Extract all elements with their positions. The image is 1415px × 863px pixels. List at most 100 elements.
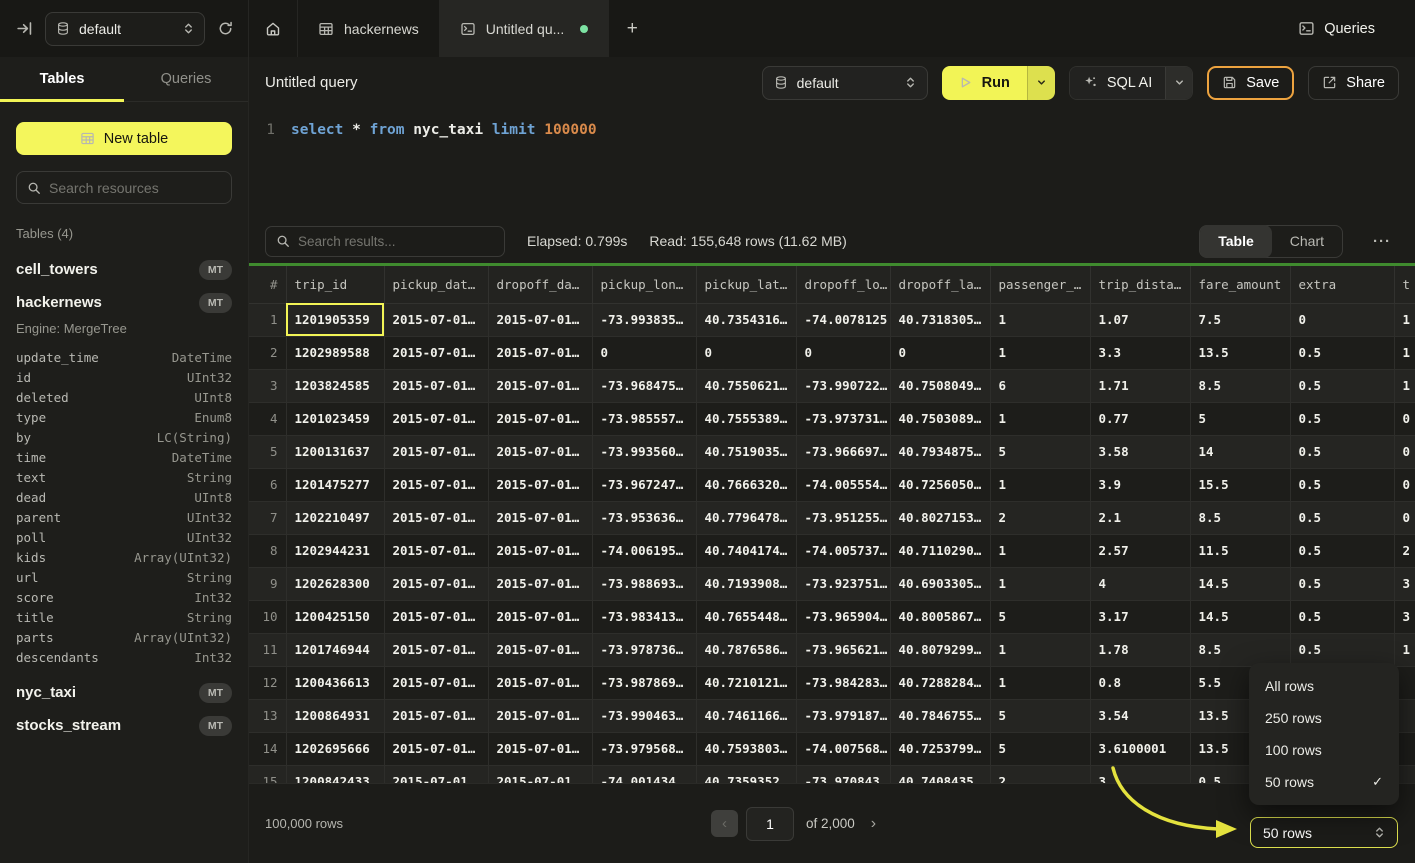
cell[interactable]: 40.7256050… bbox=[890, 468, 990, 501]
cell[interactable]: -73.984283… bbox=[796, 666, 890, 699]
collapse-sidebar-icon[interactable] bbox=[16, 20, 33, 37]
cell[interactable]: -74.006195… bbox=[592, 534, 696, 567]
cell[interactable]: 1200436613 bbox=[286, 666, 384, 699]
sidebar-item-cell-towers[interactable]: cell_towers MT bbox=[16, 253, 232, 286]
cell[interactable]: 3.17 bbox=[1090, 600, 1190, 633]
cell[interactable]: 1200131637 bbox=[286, 435, 384, 468]
cell[interactable]: 0 bbox=[890, 336, 990, 369]
cell[interactable]: 0.77 bbox=[1090, 402, 1190, 435]
cell[interactable]: 1 bbox=[990, 402, 1090, 435]
column-header[interactable]: passenger_… bbox=[990, 266, 1090, 303]
cell[interactable]: 1202989588 bbox=[286, 336, 384, 369]
cell[interactable]: 8.5 bbox=[1190, 501, 1290, 534]
column-header[interactable]: # bbox=[249, 266, 286, 303]
cell[interactable]: 40.7796478… bbox=[696, 501, 796, 534]
cell[interactable]: 2015-07-01… bbox=[384, 336, 488, 369]
cell[interactable]: -73.983413… bbox=[592, 600, 696, 633]
cell[interactable]: 40.7593803… bbox=[696, 732, 796, 765]
column-header[interactable]: pickup_lat… bbox=[696, 266, 796, 303]
page-number-input[interactable] bbox=[746, 807, 794, 841]
tab-hackernews[interactable]: hackernews bbox=[298, 0, 440, 57]
cell[interactable]: -73.979568… bbox=[592, 732, 696, 765]
cell[interactable]: -73.968475… bbox=[592, 369, 696, 402]
cell[interactable]: 1 bbox=[990, 567, 1090, 600]
cell[interactable]: 2015-07-01… bbox=[384, 633, 488, 666]
cell[interactable]: -73.993835… bbox=[592, 303, 696, 336]
cell[interactable]: 2015-07-01… bbox=[488, 468, 592, 501]
cell[interactable]: 2015-07-01… bbox=[384, 699, 488, 732]
tab-home[interactable] bbox=[249, 0, 298, 57]
cell[interactable]: 40.7404174… bbox=[696, 534, 796, 567]
queries-button[interactable]: Queries bbox=[1298, 0, 1375, 57]
cell[interactable]: 0.5 bbox=[1290, 435, 1394, 468]
cell[interactable]: 0 bbox=[1394, 501, 1415, 534]
cell[interactable]: 0.5 bbox=[1290, 369, 1394, 402]
row-limit-option[interactable]: All rows bbox=[1249, 670, 1399, 702]
cell[interactable]: 40.7550621… bbox=[696, 369, 796, 402]
cell[interactable]: 1201475277 bbox=[286, 468, 384, 501]
cell[interactable]: 40.7193908… bbox=[696, 567, 796, 600]
cell[interactable]: -73.967247… bbox=[592, 468, 696, 501]
cell[interactable]: 3 bbox=[1394, 567, 1415, 600]
cell[interactable]: 1201023459 bbox=[286, 402, 384, 435]
cell[interactable]: 0 bbox=[1394, 468, 1415, 501]
cell[interactable]: -74.001434… bbox=[592, 765, 696, 783]
cell[interactable]: 7.5 bbox=[1190, 303, 1290, 336]
save-button[interactable]: Save bbox=[1207, 66, 1294, 100]
cell[interactable]: 15.5 bbox=[1190, 468, 1290, 501]
cell[interactable]: 40.7461166… bbox=[696, 699, 796, 732]
cell[interactable]: 0.5 bbox=[1290, 336, 1394, 369]
sidebar-item-hackernews[interactable]: hackernews MT bbox=[16, 286, 232, 319]
cell[interactable]: 0 bbox=[796, 336, 890, 369]
cell[interactable]: -73.985557… bbox=[592, 402, 696, 435]
cell[interactable]: 2015-07-01… bbox=[488, 303, 592, 336]
column-header[interactable]: dropoff_lo… bbox=[796, 266, 890, 303]
cell[interactable]: 0.5 bbox=[1290, 402, 1394, 435]
cell[interactable]: 0.5 bbox=[1290, 567, 1394, 600]
cell[interactable]: -73.973731… bbox=[796, 402, 890, 435]
cell[interactable]: 0 bbox=[1394, 435, 1415, 468]
cell[interactable]: 3.3 bbox=[1090, 336, 1190, 369]
cell[interactable]: 2 bbox=[1394, 534, 1415, 567]
cell[interactable]: 2 bbox=[990, 501, 1090, 534]
cell[interactable]: 0.5 bbox=[1290, 468, 1394, 501]
cell[interactable]: 1 bbox=[1394, 633, 1415, 666]
cell[interactable]: 5 bbox=[990, 600, 1090, 633]
cell[interactable]: 1200864931 bbox=[286, 699, 384, 732]
cell[interactable]: 0.5 bbox=[1290, 633, 1394, 666]
column-header[interactable]: dropoff_da… bbox=[488, 266, 592, 303]
cell[interactable]: 2015-07-01… bbox=[488, 699, 592, 732]
cell[interactable]: 2015-07-01… bbox=[488, 732, 592, 765]
cell[interactable]: 3.9 bbox=[1090, 468, 1190, 501]
cell[interactable]: -74.005737… bbox=[796, 534, 890, 567]
cell[interactable]: 2015-07-01… bbox=[384, 303, 488, 336]
cell[interactable]: 40.7508049… bbox=[890, 369, 990, 402]
cell[interactable]: 40.7288284… bbox=[890, 666, 990, 699]
cell[interactable]: 1 bbox=[990, 303, 1090, 336]
cell[interactable]: 2015-07-01… bbox=[488, 567, 592, 600]
new-table-button[interactable]: New table bbox=[16, 122, 232, 155]
cell[interactable]: 2015-07-01… bbox=[384, 765, 488, 783]
cell[interactable]: 5 bbox=[990, 699, 1090, 732]
cell[interactable]: 40.7408435… bbox=[890, 765, 990, 783]
run-options-caret[interactable] bbox=[1027, 66, 1055, 100]
cell[interactable]: 2 bbox=[990, 765, 1090, 783]
cell[interactable]: 5 bbox=[990, 732, 1090, 765]
cell[interactable]: -73.965904… bbox=[796, 600, 890, 633]
cell[interactable]: -74.007568… bbox=[796, 732, 890, 765]
cell[interactable]: 1 bbox=[1394, 336, 1415, 369]
cell[interactable]: 40.7655448… bbox=[696, 600, 796, 633]
cell[interactable]: 1202210497 bbox=[286, 501, 384, 534]
cell[interactable]: 1 bbox=[990, 336, 1090, 369]
cell[interactable]: 2015-07-01… bbox=[488, 435, 592, 468]
sidebar-item-stocks-stream[interactable]: stocks_stream MT bbox=[16, 709, 232, 742]
cell[interactable]: 40.8027153… bbox=[890, 501, 990, 534]
cell[interactable]: 40.8079299… bbox=[890, 633, 990, 666]
cell[interactable]: -73.993560… bbox=[592, 435, 696, 468]
cell[interactable]: 1200425150 bbox=[286, 600, 384, 633]
cell[interactable]: 40.7555389… bbox=[696, 402, 796, 435]
cell[interactable]: -73.923751… bbox=[796, 567, 890, 600]
cell[interactable]: -73.979187… bbox=[796, 699, 890, 732]
cell[interactable]: 2015-07-01… bbox=[488, 501, 592, 534]
cell[interactable]: -73.965621… bbox=[796, 633, 890, 666]
